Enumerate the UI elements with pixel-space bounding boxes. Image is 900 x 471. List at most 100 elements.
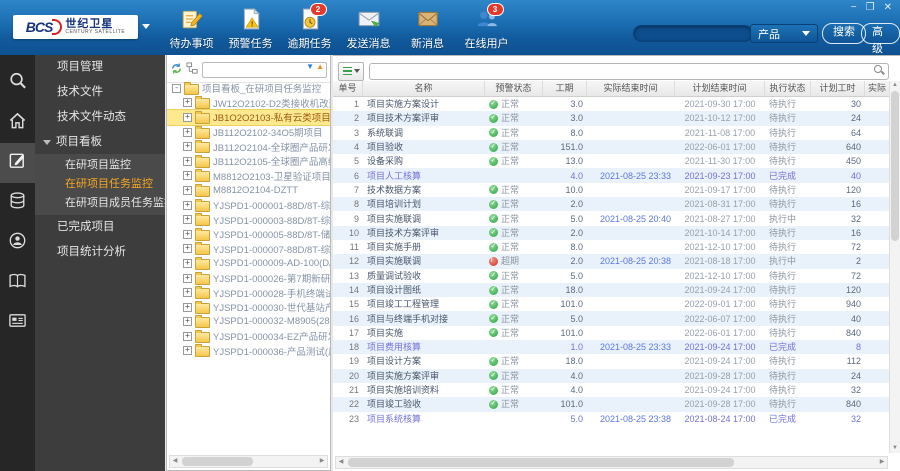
table-row[interactable]: 4 项目验收 正常 151.0 2022-06-01 17:00 待执行 640 — [333, 139, 890, 155]
refresh-icon[interactable] — [170, 62, 183, 75]
expand-icon[interactable]: + — [183, 258, 192, 268]
tree-node[interactable]: + JB1O2O2103-私有云类项目 — [167, 109, 330, 126]
table-row[interactable]: 1 项目实施方案设计 正常 3.0 2021-09-30 17:00 待执行 30 — [333, 97, 890, 111]
minimize-button[interactable]: − — [851, 2, 857, 13]
table-filter-input[interactable] — [369, 63, 889, 81]
search-icon[interactable] — [874, 64, 885, 75]
logo-dropdown-caret-icon[interactable] — [142, 24, 150, 29]
toolbar-item-todo[interactable]: 待办事项 — [162, 7, 221, 51]
scroll-up-icon[interactable]: ▲ — [890, 81, 900, 90]
tree-node[interactable]: + JB112O2104-全球圈产品研发项目 — [167, 139, 330, 154]
rail-item-edit[interactable] — [0, 143, 35, 183]
table-row[interactable]: 11 项目实施手册 正常 8.0 2021-12-10 17:00 待执行 72 — [333, 240, 890, 254]
close-button[interactable]: ✕ — [884, 2, 892, 13]
table-horizontal-scrollbar[interactable]: ◀ ▶ — [335, 456, 888, 469]
tree-node[interactable]: + YJSPD1-000032-M8905(280aKa — [167, 315, 330, 330]
find-next-icon[interactable]: ▼ — [306, 62, 314, 72]
table-row[interactable]: 20 项目实施方案评审 正常 4.0 2021-09-28 17:00 待执行 24 — [333, 368, 890, 383]
sidebar-item-项目管理[interactable]: 项目管理 — [35, 55, 165, 80]
tree-node[interactable]: + JB112O2102-34O5期项目 — [167, 125, 330, 140]
scroll-left-icon[interactable]: ◀ — [336, 457, 346, 468]
tree-node[interactable]: + JB112O2105-全球圈产品高级项目 — [167, 154, 330, 169]
maximize-button[interactable]: ❐ — [866, 2, 875, 13]
tree-node[interactable]: + YJSPD1-000026-第7期新研发(用) — [167, 271, 330, 286]
sidebar-item-技术文件[interactable]: 技术文件 — [35, 80, 165, 105]
column-header-工期[interactable]: 工期 — [543, 81, 587, 96]
sidebar-item-在研项目成员任务监控[interactable]: 在研项目成员任务监控 — [35, 194, 175, 213]
sidebar-item-在研项目任务监控[interactable]: 在研项目任务监控 — [35, 175, 165, 194]
table-row[interactable]: 13 质量调试验收 正常 5.0 2021-12-10 17:00 待执行 72 — [333, 269, 890, 283]
expand-icon[interactable]: + — [183, 229, 192, 239]
tree-node[interactable]: + YJSPD1-000028-手机终端试研发(列) — [167, 285, 330, 300]
toolbar-item-warning-tasks[interactable]: 预警任务 — [221, 7, 280, 51]
table-row[interactable]: 3 系统联调 正常 8.0 2021-11-08 17:00 待执行 64 — [333, 126, 890, 140]
sidebar-group-项目看板[interactable]: 项目看板 — [35, 130, 165, 154]
table-vertical-scrollbar[interactable]: ▲ ▼ — [889, 81, 900, 453]
table-row[interactable]: 2 项目技术方案评审 正常 3.0 2021-10-12 17:00 待执行 24 — [333, 111, 890, 126]
table-row[interactable]: 10 项目技术方案评审 正常 2.0 2021-10-14 17:00 待执行 16 — [333, 225, 890, 240]
tree-node[interactable]: + YJSPD1-000036-产品测试(用) — [167, 344, 330, 359]
tree-node[interactable]: + YJSPD1-000005-88D/8T-储蓄福建 — [167, 227, 330, 242]
scroll-down-icon[interactable]: ▼ — [890, 444, 900, 453]
sidebar-item-已完成项目[interactable]: 已完成项目 — [35, 215, 165, 240]
table-row[interactable]: 21 项目实施培训资料 正常 4.0 2021-09-24 17:00 待执行 32 — [333, 383, 890, 397]
search-button[interactable]: 搜索 — [822, 23, 866, 44]
expand-all-icon[interactable] — [186, 62, 199, 75]
table-row[interactable]: 8 项目培训计划 正常 2.0 2021-08-31 17:00 待执行 16 — [333, 197, 890, 212]
expand-icon[interactable]: + — [183, 317, 192, 327]
advanced-button[interactable]: 高级 — [861, 23, 900, 55]
expand-icon[interactable]: + — [183, 215, 192, 225]
column-header-名称[interactable]: 名称 — [363, 81, 485, 96]
table-row[interactable]: 22 项目竣工验收 正常 101.0 2021-09-28 17:00 待执行 840 — [333, 397, 890, 412]
expand-icon[interactable]: + — [183, 112, 192, 122]
rail-item-home[interactable] — [0, 103, 35, 143]
scroll-left-icon[interactable]: ◀ — [170, 456, 180, 467]
expand-icon[interactable]: + — [183, 244, 192, 254]
table-row[interactable]: 15 项目竣工工程管理 正常 101.0 2022-09-01 17:00 待执行 940 — [333, 297, 890, 311]
scroll-right-icon[interactable]: ▶ — [317, 456, 327, 467]
toolbar-item-online-users[interactable]: 3 在线用户 — [457, 3, 516, 51]
table-row[interactable]: 14 项目设计图纸 正常 18.0 2021-09-24 17:00 待执行 120 — [333, 282, 890, 298]
column-header-计划结束时间[interactable]: 计划结束时间 — [675, 81, 765, 96]
column-header-实际结束时间[interactable]: 实际结束时间 — [587, 81, 675, 96]
global-search-input[interactable] — [633, 25, 753, 42]
tree-node[interactable]: + YJSPD1-000034-EZ产品研发(项目 — [167, 329, 330, 344]
table-row[interactable]: 5 设备采购 正常 13.0 2021-11-30 17:00 待执行 450 — [333, 154, 890, 168]
tree-node[interactable]: + JW12O2102-D2类接收机改造 — [167, 96, 330, 111]
tree-horizontal-scrollbar[interactable]: ◀ ▶ — [169, 455, 328, 468]
table-row[interactable]: 6 项目人工核算 4.0 2021-08-25 23:33 2021-09-23 17:… — [333, 168, 890, 183]
collapse-icon[interactable]: - — [172, 83, 181, 93]
expand-icon[interactable]: + — [183, 346, 192, 356]
sidebar-item-技术文件动态[interactable]: 技术文件动态 — [35, 105, 165, 130]
sidebar-item-项目统计分析[interactable]: 项目统计分析 — [35, 240, 165, 265]
expand-icon[interactable]: + — [183, 171, 192, 181]
expand-icon[interactable]: + — [183, 302, 192, 312]
table-row[interactable]: 7 技术数据方案 正常 10.0 2021-09-17 17:00 待执行 120 — [333, 183, 890, 197]
scroll-right-icon[interactable]: ▶ — [877, 457, 887, 468]
expand-icon[interactable]: + — [183, 127, 192, 137]
scroll-thumb[interactable] — [348, 458, 734, 467]
scroll-thumb[interactable] — [182, 457, 253, 466]
tree-root-node[interactable]: - 项目看板_在研项目任务监控 — [167, 81, 330, 96]
expand-icon[interactable]: + — [183, 98, 192, 108]
rail-item-workstation[interactable] — [0, 303, 35, 343]
search-category-select[interactable]: 产品 — [750, 24, 818, 43]
column-header-执行状态[interactable]: 执行状态 — [765, 81, 811, 96]
expand-icon[interactable]: + — [183, 273, 192, 283]
tree-node[interactable]: + YJSPD1-000009-AD-100(DAKu/Ka) — [167, 256, 330, 271]
tree-node[interactable]: + YJSPD1-000001-88D/8T-综合福建 — [167, 198, 330, 213]
column-header-单号[interactable]: 单号 — [333, 81, 363, 96]
toolbar-item-overdue-tasks[interactable]: 2 逾期任务 — [280, 3, 339, 51]
tree-node[interactable]: + M8812O2103-卫星验证项目 — [167, 169, 330, 184]
expand-icon[interactable]: + — [183, 156, 192, 166]
column-header-实际[interactable]: 实际 — [865, 81, 890, 96]
scroll-thumb[interactable] — [891, 91, 899, 241]
view-options-button[interactable] — [338, 61, 364, 81]
column-header-计划工时[interactable]: 计划工时 — [811, 81, 865, 96]
rail-item-spm-search[interactable] — [0, 63, 35, 103]
tree-node[interactable]: + M8812O2104-DZTT — [167, 183, 330, 198]
table-row[interactable]: 16 项目与终端手机对接 正常 5.0 2022-06-07 17:00 待执行 40 — [333, 311, 890, 326]
table-row[interactable]: 23 项目系统核算 5.0 2021-08-25 23:38 2021-08-24 17… — [333, 412, 890, 426]
expand-icon[interactable]: + — [183, 142, 192, 152]
rail-item-book[interactable] — [0, 263, 35, 303]
